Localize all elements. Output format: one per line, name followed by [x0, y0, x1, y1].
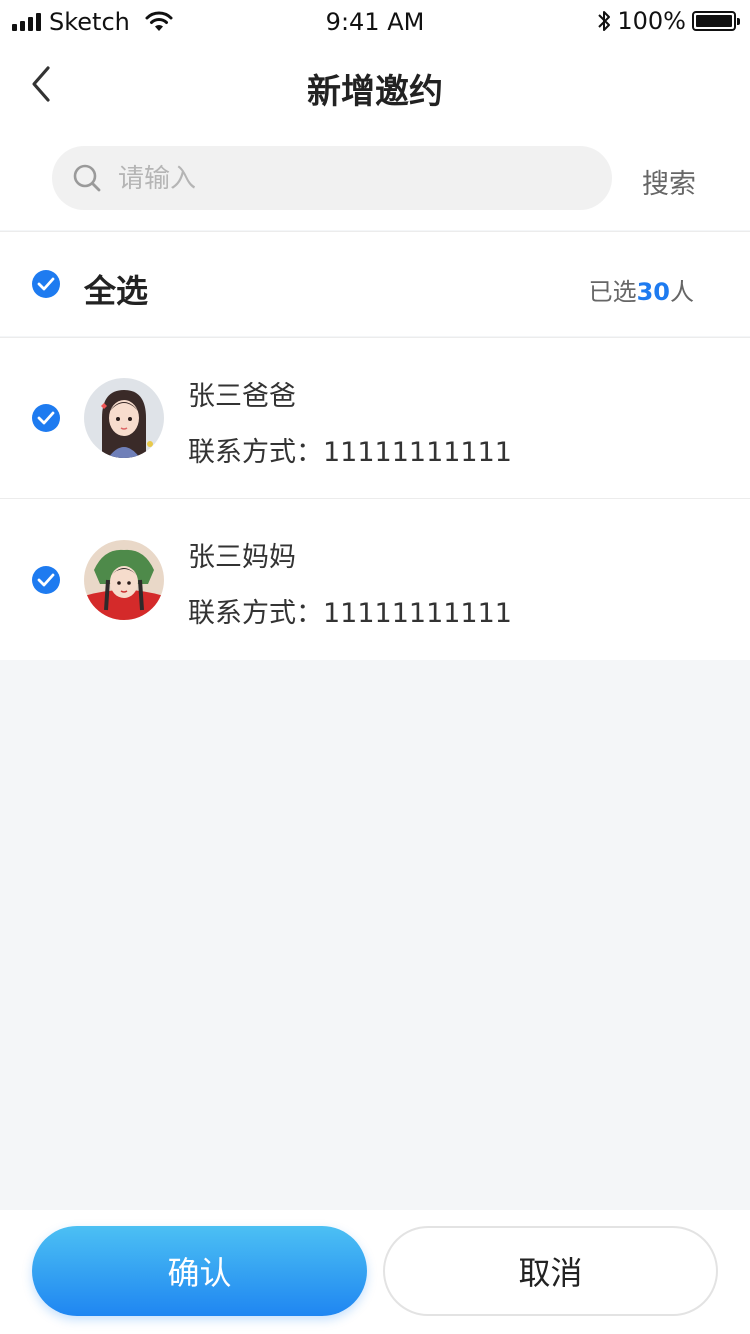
select-all-checkbox[interactable]: [32, 270, 60, 298]
contact-phone-label: 联系方式：: [188, 437, 323, 468]
avatar: [84, 378, 164, 458]
search-input[interactable]: [116, 146, 590, 212]
selected-count-suffix: 人: [670, 278, 694, 306]
check-icon: [37, 277, 55, 291]
search-box[interactable]: [52, 146, 612, 212]
page-title: 新增邀约: [307, 72, 443, 112]
bottom-action-bar: 确认 取消: [0, 1210, 750, 1334]
contact-name: 张三妈妈: [188, 542, 296, 573]
avatar-illustration: [84, 378, 164, 458]
select-all-label[interactable]: 全选: [84, 266, 148, 312]
contact-row[interactable]: 张三爸爸 联系方式：11111111111: [0, 338, 750, 498]
avatar: [84, 540, 164, 620]
check-icon: [37, 411, 55, 425]
status-bar: Sketch 9:41 AM 100%: [0, 0, 750, 44]
contact-phone: 11111111111: [323, 598, 512, 629]
contact-name: 张三爸爸: [188, 381, 296, 412]
cancel-button[interactable]: 取消: [383, 1226, 718, 1316]
contact-row[interactable]: 张三妈妈 联系方式：11111111111: [0, 499, 750, 660]
check-icon: [37, 573, 55, 587]
selected-count-number: 30: [636, 278, 670, 306]
contact-phone-line: 联系方式：11111111111: [188, 591, 512, 630]
contact-phone-label: 联系方式：: [188, 598, 323, 629]
selected-count: 已选30人: [589, 272, 694, 307]
nav-bar: 新增邀约: [0, 44, 750, 132]
search-button[interactable]: 搜索: [642, 162, 696, 201]
battery-level: [696, 15, 732, 27]
contact-phone: 11111111111: [323, 437, 512, 468]
contact-checkbox[interactable]: [32, 404, 60, 432]
search-icon: [73, 164, 101, 192]
selected-count-prefix: 已选: [588, 278, 637, 306]
battery-percent: 100%: [617, 7, 686, 35]
contact-checkbox[interactable]: [32, 566, 60, 594]
battery-icon: [692, 11, 740, 31]
bluetooth-icon: [598, 11, 611, 31]
confirm-button[interactable]: 确认: [32, 1226, 367, 1316]
select-all-row: 全选 已选30人: [0, 232, 750, 336]
status-right: 100%: [597, 7, 740, 35]
avatar-illustration: [84, 540, 164, 620]
search-area: 搜索: [0, 132, 750, 230]
contact-phone-line: 联系方式：11111111111: [188, 430, 512, 469]
